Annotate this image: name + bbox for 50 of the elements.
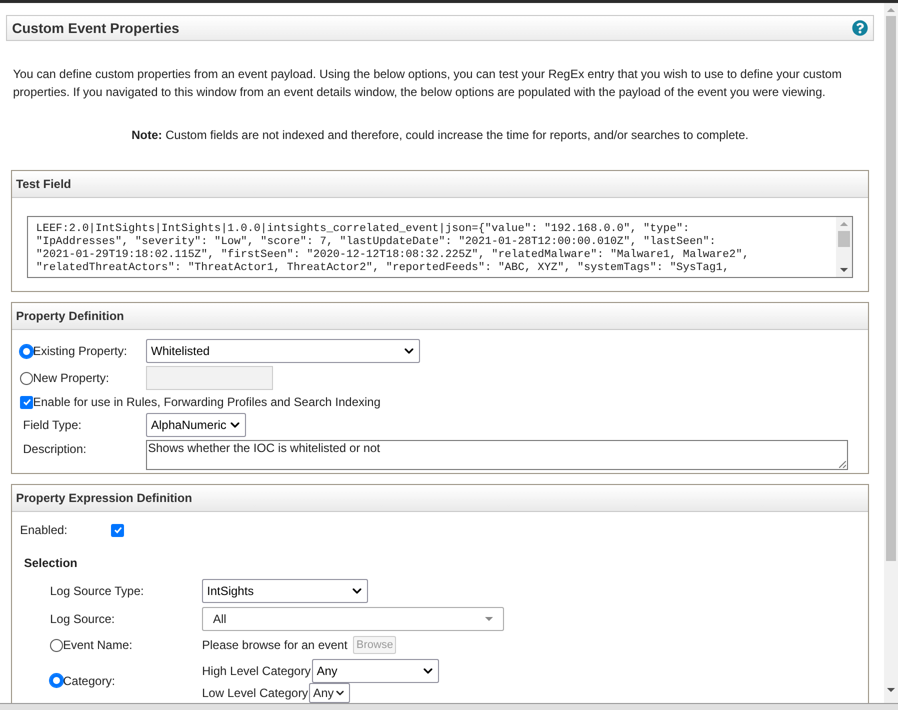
selection-heading: Selection xyxy=(24,555,78,572)
payload-line: "2021-01-29T19:18:02.115Z", "firstSeen": "2020-12-12T18:08:32.225Z", "relatedMalware": "Malware1, Malware2", xyxy=(36,249,749,262)
field-label: Existing Property: xyxy=(33,343,128,360)
intro-text: You can define custom properties from an event payload. Using the below options, you can test your RegEx entry that you wish to use to define your custom properties. If you navigated to this window from an event details window, the below options are populated with the payload of the event you were viewing. xyxy=(13,66,843,102)
note-text: Note: Custom fields are not indexed and therefore, could increase the time for reports, and/or searches to complete. xyxy=(130,127,750,144)
field-label: Low Level Category xyxy=(202,685,308,702)
scroll-up-icon[interactable] xyxy=(840,221,848,228)
checkbox[interactable] xyxy=(20,396,33,409)
payload-line: LEEF:2.0|IntSights|IntSights|1.0.0|intsights_correlated_event|json={"value": "192.168.0.0", "type": xyxy=(36,223,690,236)
field-label: New Property: xyxy=(33,370,110,388)
payload-field[interactable] xyxy=(27,216,853,278)
checkmark-icon xyxy=(112,525,122,535)
field-label: Description: xyxy=(22,441,88,458)
low-level-category-select[interactable]: Any xyxy=(309,683,350,703)
description-field[interactable]: Shows whether the IOC is whitelisted or not xyxy=(146,440,848,470)
high-level-category-select[interactable]: Any xyxy=(312,658,439,682)
field-label: Event Name: xyxy=(63,637,132,654)
hint-text: Please browse for an event xyxy=(202,637,348,654)
page-scrollbar[interactable] xyxy=(884,3,898,703)
scroll-up-icon[interactable] xyxy=(887,7,895,13)
page-title: Custom Event Properties xyxy=(12,18,180,38)
checkbox[interactable] xyxy=(111,524,124,536)
field-label: Log Source: xyxy=(50,610,116,628)
section-title: Property Expression Definition xyxy=(16,490,192,507)
field-label: Field Type: xyxy=(22,417,82,434)
field-type-select[interactable]: AlphaNumeric xyxy=(146,413,246,438)
checkbox-label: Enable for use in Rules, Forwarding Profiles and Search Indexing xyxy=(33,394,381,412)
log-source-type-select[interactable]: IntSights xyxy=(202,579,368,603)
property-select[interactable]: Whitelisted xyxy=(146,339,420,364)
section-title: Test Field xyxy=(16,176,72,194)
caret-icon xyxy=(485,616,493,620)
radio-button[interactable] xyxy=(50,674,63,687)
scroll-down-icon[interactable] xyxy=(887,687,895,693)
scrollbar[interactable] xyxy=(836,217,852,278)
new-property-input[interactable] xyxy=(146,366,273,390)
field-label: Log Source Type: xyxy=(50,583,145,600)
payload-line: "relatedThreatActors": "ThreatActor1, ThreatActor2", "reportedFeeds": "ABC, XYZ", "systemTags": "SysTag1, xyxy=(36,262,730,276)
log-source-select[interactable]: All xyxy=(202,606,504,630)
section-title: Property Definition xyxy=(16,308,124,326)
field-label: Enabled: xyxy=(20,522,68,539)
radio-button[interactable] xyxy=(50,638,63,652)
field-label: High Level Category xyxy=(202,662,311,680)
radio-button[interactable] xyxy=(20,372,33,385)
checkmark-icon xyxy=(22,397,32,408)
radio-button[interactable] xyxy=(20,344,33,358)
resize-handle-icon[interactable] xyxy=(839,461,846,468)
scroll-down-icon[interactable] xyxy=(840,267,848,274)
help-icon[interactable] xyxy=(852,20,868,36)
payload-line: "IpAddresses", "severity": "Low", "score": 7, "lastUpdateDate": "2021-01-28T12:00:00.010Z", "lastSeen": xyxy=(36,236,716,249)
field-label: Category: xyxy=(63,672,116,690)
